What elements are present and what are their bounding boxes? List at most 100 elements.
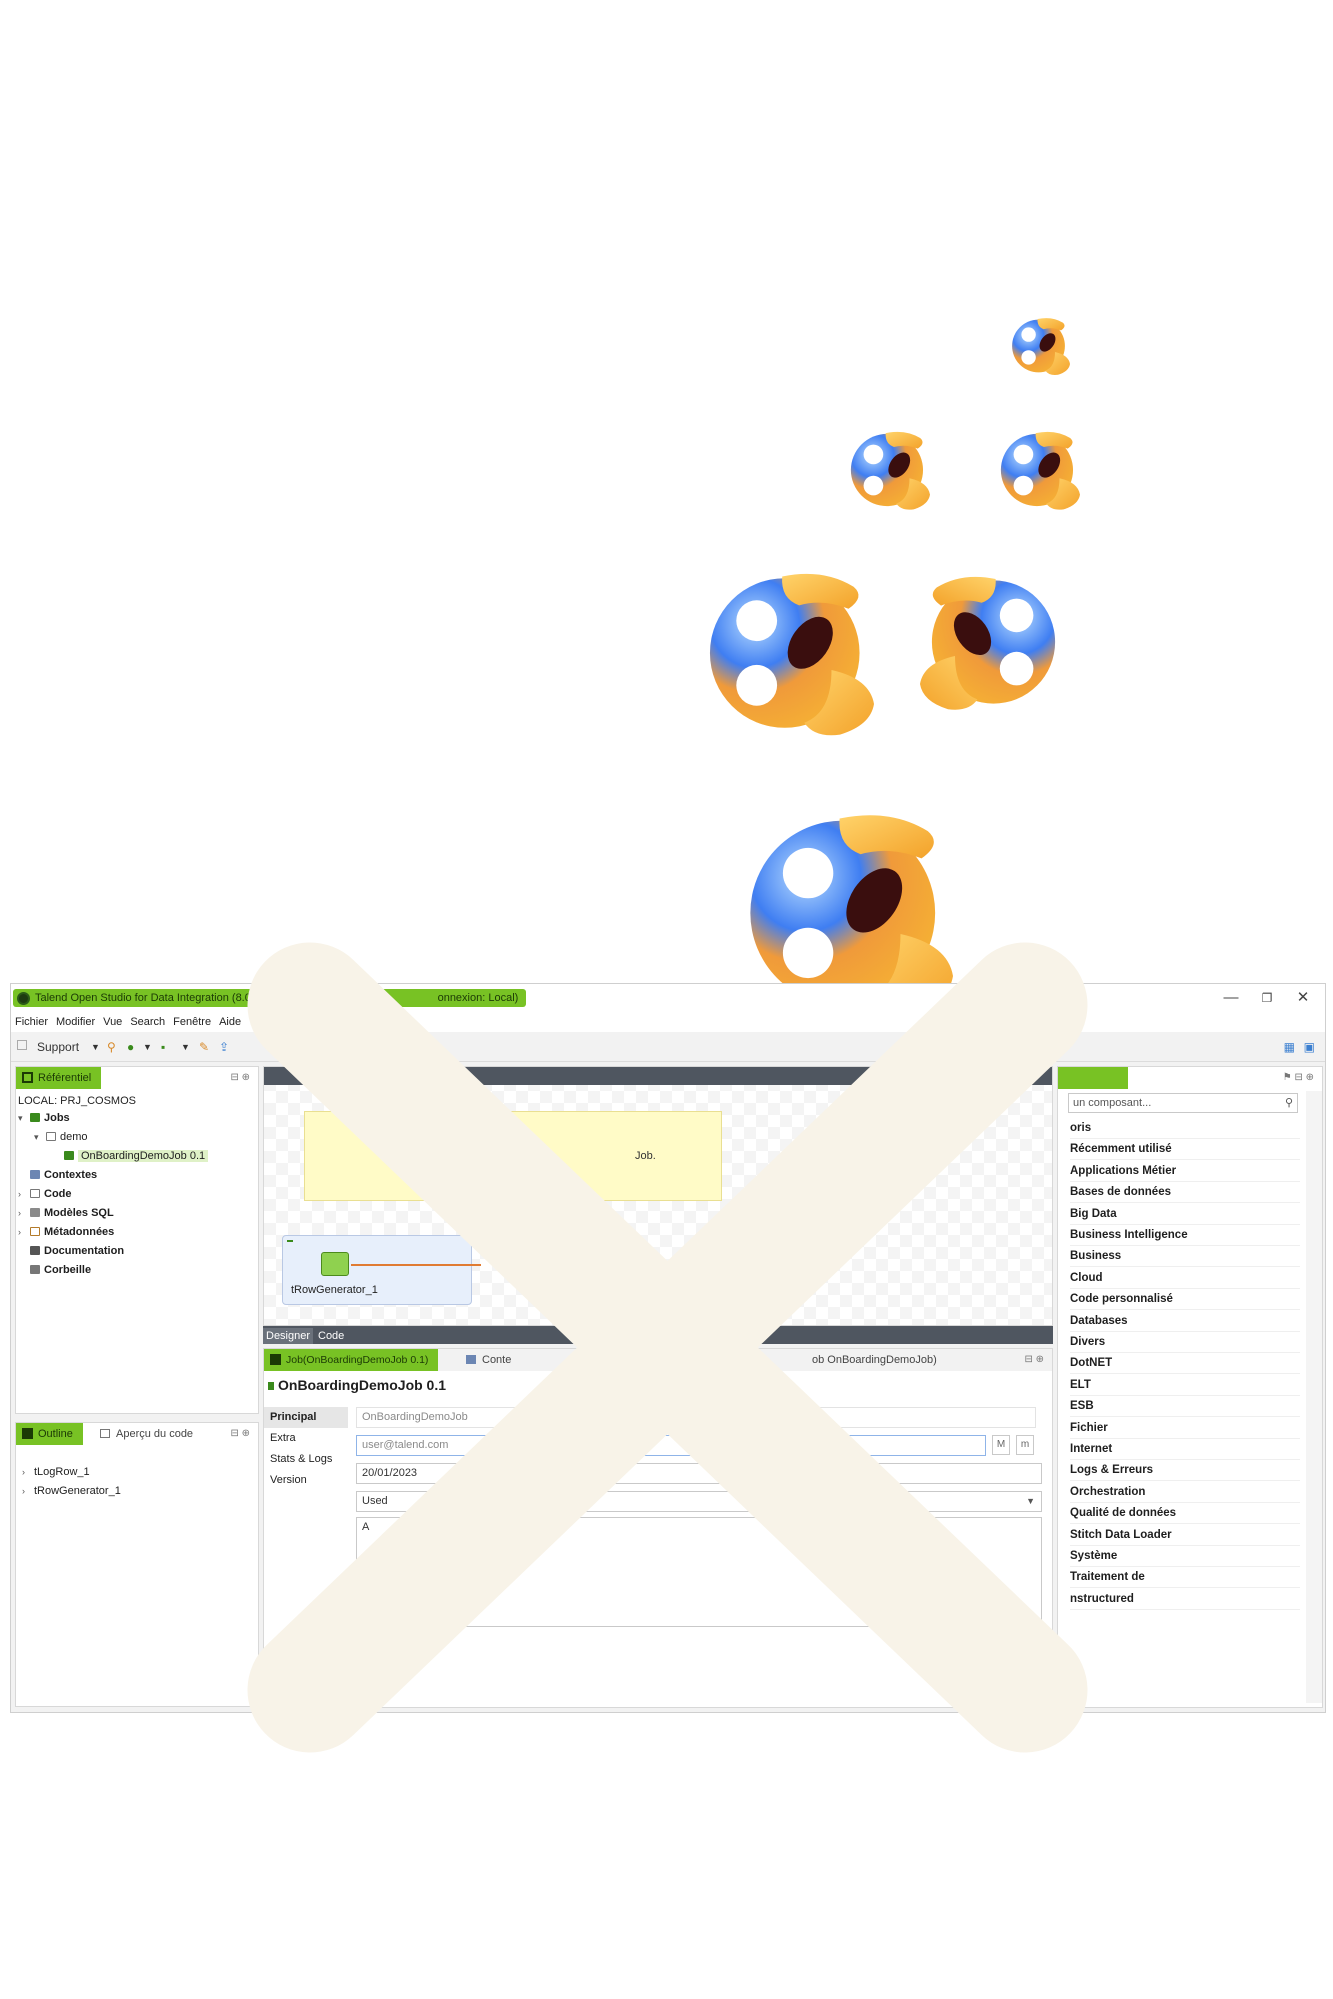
code-preview-icon [100,1429,110,1438]
tab-contexts[interactable]: Conte [460,1349,517,1371]
close-icon[interactable]: ✕ [1289,987,1317,1009]
palette-category[interactable]: ESB [1070,1395,1300,1418]
menu-fichier[interactable]: Fichier [11,1012,52,1032]
shocked-face-emoji [998,428,1080,512]
palette-category[interactable]: Databases [1070,1310,1300,1332]
job-icon[interactable]: ▪ [161,1040,165,1054]
palette-category[interactable]: Big Data [1070,1203,1300,1225]
perspective-icon[interactable]: ▦ [1284,1040,1295,1054]
palette-category[interactable]: Divers [1070,1331,1300,1353]
status-select[interactable]: Used ▼ [356,1491,1042,1512]
scrollbar[interactable] [1306,1091,1322,1703]
menu-modifier[interactable]: Modifier [52,1012,99,1032]
palette-category[interactable]: ELT [1070,1374,1300,1396]
tab-apercu-du-code[interactable]: Aperçu du code [94,1423,199,1445]
vtab-version[interactable]: Version [264,1470,348,1491]
tab-code[interactable]: Code [315,1328,347,1344]
tab-run[interactable]: ob OnBoardingDemoJob) [806,1349,943,1371]
palette-category[interactable]: Récemment utilisé [1070,1138,1300,1161]
outline-icon [22,1428,33,1439]
menu-bar: Fichier Modifier Vue Search Fenêtre Aide [11,1012,1325,1032]
export-icon[interactable]: ⇪ [219,1040,229,1054]
home-icon [22,1072,33,1083]
minor-version-button[interactable]: m [1016,1435,1034,1455]
palette-search-input[interactable]: un composant... ⚲ [1068,1093,1298,1113]
tree-item-onboardingdemojob[interactable]: OnBoardingDemoJob 0.1 [64,1149,209,1163]
row-flow-link[interactable] [351,1264,481,1266]
palette-category[interactable]: Code personnalisé [1070,1288,1300,1311]
menu-aide[interactable]: Aide [215,1012,245,1032]
editor-tab-bar [264,1067,1052,1085]
shocked-face-emoji [700,568,878,738]
palette-category[interactable]: Applications Métier [1070,1160,1300,1182]
vtab-principal[interactable]: Principal [264,1407,348,1428]
filter-icon[interactable]: ⚑ ⊟ ⊕ [1283,1072,1314,1083]
tree-item-code[interactable]: › Code [18,1187,72,1201]
collapse-icon[interactable] [287,1240,293,1242]
tree-item-jobs[interactable]: ▾ Jobs [18,1111,70,1125]
panel-controls-icon[interactable]: ⊟ ⊕ [230,1072,250,1083]
palette-category[interactable]: nstructured [1070,1588,1300,1610]
panel-controls-icon[interactable]: ⊟ ⊕ [1024,1354,1044,1365]
tab-designer[interactable]: Designer [263,1328,314,1344]
palette-category[interactable]: Stitch Data Loader [1070,1524,1300,1546]
toolbar: Support ▼ ⚲ ● ▼ ▪ ▼ ✎ ⇪ ▦ ▣ [11,1032,1325,1062]
tree-item-modeles-sql[interactable]: › Modèles SQL [18,1206,114,1220]
trowgenerator-component[interactable] [321,1252,349,1276]
palette-category[interactable]: Internet [1070,1438,1300,1460]
restore-icon[interactable]: ❐ [1253,987,1281,1009]
save-icon[interactable] [17,1040,27,1050]
palette-category[interactable]: Système [1070,1545,1300,1567]
support-button[interactable]: Support [37,1040,79,1054]
palette-category[interactable]: Business [1070,1245,1300,1268]
minimize-icon[interactable]: — [1217,987,1245,1009]
menu-search[interactable]: Search [126,1012,169,1032]
vtab-extra[interactable]: Extra [264,1428,348,1449]
palette-category[interactable]: Bases de données [1070,1181,1300,1204]
palette-category[interactable]: oris [1070,1117,1300,1139]
tree-item-documentation[interactable]: Documentation [30,1244,124,1258]
panel-controls-icon[interactable]: ⊟ ⊕ [230,1428,250,1439]
tree-item-corbeille[interactable]: Corbeille [30,1263,91,1277]
palette-category[interactable]: Qualité de données [1070,1502,1300,1525]
tab-palette[interactable] [1058,1067,1128,1089]
menu-fenetre[interactable]: Fenêtre [169,1012,215,1032]
palette-category[interactable]: Logs & Erreurs [1070,1459,1300,1482]
tree-item-demo[interactable]: ▾ demo [34,1130,88,1144]
palette-category[interactable]: Orchestration [1070,1481,1300,1503]
tab-outline[interactable]: Outline [16,1423,83,1445]
job-icon [270,1354,281,1365]
repository-panel: Référentiel ⊟ ⊕ LOCAL: PRJ_COSMOS ▾ Jobs … [15,1066,259,1414]
designer-canvas[interactable]: Job. tRowGenerator_1 [263,1066,1053,1326]
window-title: Talend Open Studio for Data Integration … [13,989,527,1007]
palette-category[interactable]: Business Intelligence [1070,1224,1300,1246]
palette-category[interactable]: Traitement de [1070,1566,1300,1589]
author-field[interactable]: user@talend.com [356,1435,986,1456]
search-icon[interactable]: ⚲ [107,1040,116,1054]
palette-category[interactable]: DotNET [1070,1352,1300,1375]
run-icon[interactable]: ● [127,1040,134,1054]
palette-category[interactable]: Cloud [1070,1267,1300,1289]
perspective-di-icon[interactable]: ▣ [1304,1040,1315,1054]
outline-item[interactable]: › tRowGenerator_1 [22,1484,121,1498]
chevron-down-icon[interactable]: ▼ [143,1040,152,1054]
major-version-button[interactable]: M [992,1435,1010,1455]
shocked-face-emoji [1010,315,1070,377]
search-icon[interactable]: ⚲ [1285,1094,1293,1112]
chevron-down-icon[interactable]: ▼ [181,1040,190,1054]
outline-item[interactable]: › tLogRow_1 [22,1465,90,1479]
tree-item-metadonnees[interactable]: › Métadonnées [18,1225,114,1239]
tab-job[interactable]: Job(OnBoardingDemoJob 0.1) [264,1349,439,1371]
tab-referentiel[interactable]: Référentiel [16,1067,102,1089]
vtab-stats-logs[interactable]: Stats & Logs [264,1449,348,1470]
menu-vue[interactable]: Vue [99,1012,126,1032]
subjob[interactable]: tRowGenerator_1 [282,1235,481,1305]
palette-category[interactable]: Fichier [1070,1417,1300,1439]
tree-item-contextes[interactable]: Contextes [30,1168,97,1182]
note[interactable]: Job. [304,1111,722,1201]
creation-date-field[interactable]: 20/01/2023 [356,1463,1042,1484]
edit-icon[interactable]: ✎ [199,1040,209,1054]
job-name-field[interactable]: OnBoardingDemoJob [356,1407,1036,1428]
description-textarea[interactable]: A [356,1517,1042,1627]
chevron-down-icon[interactable]: ▼ [91,1040,100,1054]
